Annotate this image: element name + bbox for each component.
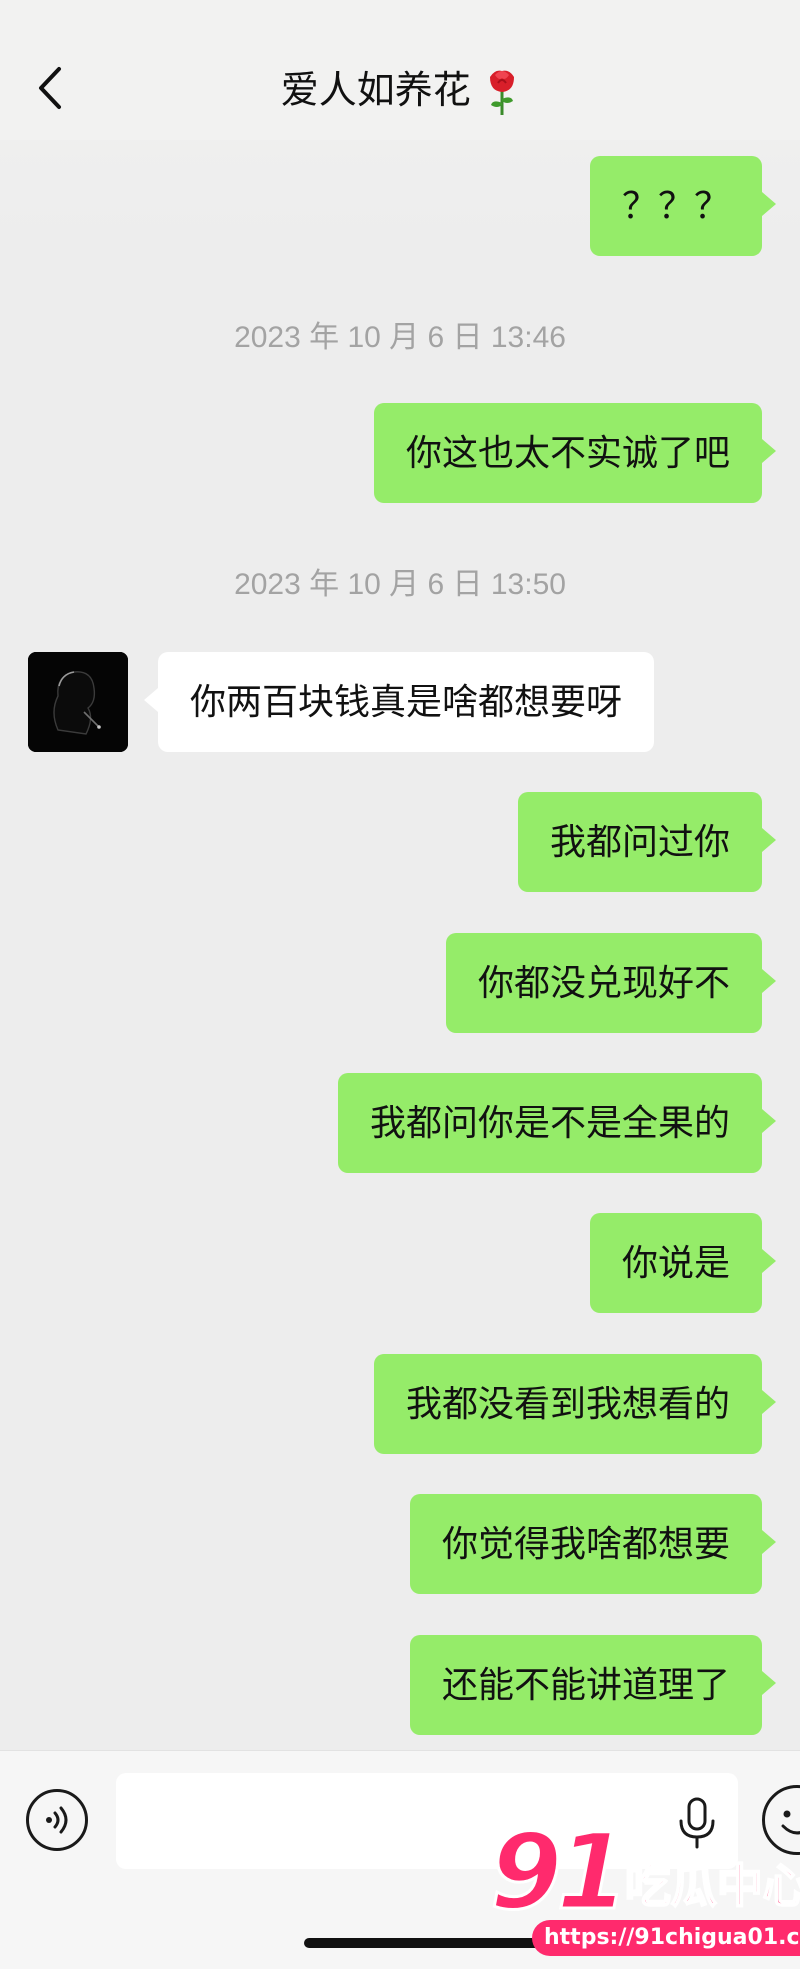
- input-bar: [0, 1750, 800, 1969]
- message-bubble-sent[interactable]: 还能不能讲道理了: [409, 1635, 777, 1735]
- contact-avatar[interactable]: [28, 652, 128, 752]
- emoji-icon: [781, 1810, 800, 1835]
- message-input[interactable]: [116, 1773, 738, 1869]
- message-bubble-received[interactable]: 你两百块钱真是啥都想要呀: [143, 652, 655, 752]
- message-bubble-sent[interactable]: 你觉得我啥都想要: [409, 1494, 777, 1594]
- microphone-icon[interactable]: [672, 1795, 722, 1851]
- message-bubble-sent[interactable]: 你这也太不实诚了吧: [373, 403, 777, 503]
- emoji-button[interactable]: [762, 1785, 800, 1855]
- voice-button[interactable]: [26, 1789, 88, 1851]
- silhouette-avatar: [28, 652, 128, 752]
- message-timestamp: 2023 年 10 月 6 日 13:46: [234, 321, 566, 354]
- message-bubble-sent[interactable]: 我都问过你: [517, 792, 777, 892]
- message-bubble-sent[interactable]: 我都问你是不是全果的: [337, 1073, 777, 1173]
- message-bubble-sent[interactable]: ？？？: [589, 156, 777, 256]
- message-bubble-sent[interactable]: 你都没兑现好不: [445, 933, 777, 1033]
- voice-icon: [46, 1806, 68, 1834]
- message-timestamp: 2023 年 10 月 6 日 13:50: [234, 568, 566, 601]
- chat-screen: 爱人如养花 ？？？ 2023 年 10 月 6 日 13:46 你这也太不实诚了…: [0, 0, 800, 1969]
- message-bubble-sent[interactable]: 我都没看到我想看的: [373, 1354, 777, 1454]
- message-bubble-sent[interactable]: 你说是: [589, 1213, 777, 1313]
- chat-header: 爱人如养花: [0, 0, 800, 140]
- chat-title-text: 爱人如养花: [280, 69, 471, 112]
- rose-icon: [490, 70, 515, 115]
- message-list[interactable]: ？？？ 2023 年 10 月 6 日 13:46 你这也太不实诚了吧 2023…: [0, 140, 800, 1750]
- chat-title: 爱人如养花: [0, 58, 800, 122]
- home-indicator[interactable]: [304, 1938, 644, 1948]
